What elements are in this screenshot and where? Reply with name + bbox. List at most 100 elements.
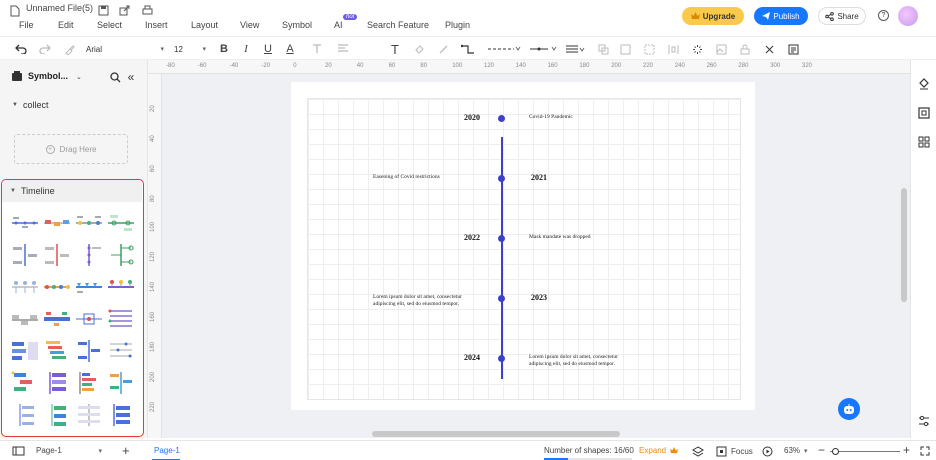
timeline-template-thumbnail[interactable] [10, 402, 40, 428]
menu-edit[interactable]: Edit [58, 20, 74, 30]
add-page-button[interactable]: + [122, 443, 130, 458]
arrow-style-icon[interactable] [528, 42, 558, 56]
arrange-icon[interactable] [596, 42, 610, 56]
tab-page-1[interactable]: Page-1 [154, 446, 180, 455]
print-icon[interactable] [140, 3, 154, 17]
timeline-template-thumbnail[interactable] [106, 274, 136, 300]
timeline-template-thumbnail[interactable] [42, 370, 72, 396]
format-painter-icon[interactable] [62, 42, 76, 56]
style-fill-icon[interactable] [917, 76, 931, 90]
timeline-template-thumbnail[interactable] [74, 306, 104, 332]
horizontal-scrollbar[interactable] [372, 431, 620, 437]
undo-icon[interactable] [14, 42, 28, 56]
ai-assistant-icon[interactable] [838, 398, 860, 420]
timeline-template-thumbnail[interactable] [42, 306, 72, 332]
bold-button[interactable]: B [218, 42, 230, 56]
timeline-template-thumbnail[interactable] [106, 370, 136, 396]
timeline-template-thumbnail[interactable] [10, 210, 40, 236]
timeline-template-thumbnail[interactable] [42, 338, 72, 364]
menu-search-feature[interactable]: Search Feature [367, 20, 429, 30]
timeline-axis[interactable] [501, 137, 503, 379]
size-icon[interactable] [642, 42, 656, 56]
timeline-dot[interactable] [497, 174, 505, 182]
timeline-template-thumbnail[interactable] [106, 210, 136, 236]
menu-view[interactable]: View [240, 20, 259, 30]
timeline-dot[interactable] [497, 114, 505, 122]
vertical-scrollbar[interactable] [901, 188, 907, 302]
menu-ai[interactable]: AI [334, 20, 343, 30]
timeline-template-thumbnail[interactable] [106, 306, 136, 332]
timeline-template-thumbnail[interactable] [106, 338, 136, 364]
zoom-slider[interactable] [830, 448, 900, 455]
zoom-in-button[interactable]: + [903, 443, 910, 457]
file-name[interactable]: Unnamed File(5) [26, 3, 93, 13]
page-format-icon[interactable] [917, 106, 931, 120]
timeline-template-thumbnail[interactable] [10, 338, 40, 364]
fill-icon[interactable] [412, 42, 426, 56]
timeline-template-thumbnail[interactable] [74, 274, 104, 300]
search-icon[interactable] [108, 70, 122, 84]
share-button[interactable]: Share [818, 7, 866, 25]
page-view-icon[interactable] [12, 446, 25, 456]
zoom-out-button[interactable]: − [818, 443, 825, 457]
chevron-down-icon[interactable]: ⌄ [76, 73, 82, 81]
fullscreen-icon[interactable] [920, 446, 930, 456]
zoom-select[interactable]: 63% ▾ [784, 446, 808, 455]
avatar[interactable] [898, 6, 918, 26]
menu-layout[interactable]: Layout [191, 20, 218, 30]
zoom-slider-handle[interactable] [832, 448, 839, 455]
timeline-template-thumbnail[interactable] [74, 402, 104, 428]
timeline-template-thumbnail[interactable] [106, 402, 136, 428]
font-family-select[interactable]: Arial ▾ [86, 42, 164, 56]
section-collect[interactable]: ▼ collect [4, 98, 142, 112]
timeline-grid-container[interactable] [307, 98, 741, 400]
publish-button[interactable]: Publish [754, 7, 808, 25]
timeline-event-text[interactable]: Mask mandate was dropped [529, 234, 629, 241]
page-setup-icon[interactable] [786, 42, 800, 56]
text-direction-icon[interactable] [310, 42, 324, 56]
distribute-icon[interactable] [666, 42, 680, 56]
timeline-year[interactable]: 2021 [531, 173, 547, 182]
menu-insert[interactable]: Insert [145, 20, 168, 30]
timeline-event-text[interactable]: Easening of Covid restrictions [373, 174, 473, 181]
settings-sliders-icon[interactable] [917, 414, 931, 428]
timeline-template-thumbnail[interactable] [106, 242, 136, 268]
timeline-event-text[interactable]: Lorem ipsum dolor sit amet, consectetur … [529, 354, 629, 369]
text-tool-button[interactable]: T [388, 42, 402, 57]
export-icon[interactable] [117, 3, 131, 17]
layers-icon[interactable] [692, 446, 704, 457]
line-weight-icon[interactable] [564, 42, 586, 56]
connector-icon[interactable] [460, 42, 478, 56]
menu-select[interactable]: Select [97, 20, 122, 30]
magic-icon[interactable] [690, 42, 704, 56]
drawing-page[interactable]: 2020 Covid-19 Pandemic 2021 Easening of Cov… [291, 82, 755, 410]
timeline-template-thumbnail[interactable] [42, 210, 72, 236]
upgrade-button[interactable]: Upgrade [682, 7, 744, 25]
canvas-area[interactable]: -80 -60 -40 -20 0 20 40 60 80 100 120 140 160 180 200 2… [148, 60, 910, 438]
timeline-dot[interactable] [497, 234, 505, 242]
timeline-event-text[interactable]: Covid-19 Pandemic [529, 114, 629, 121]
timeline-year[interactable]: 2024 [464, 353, 480, 362]
align-icon[interactable] [336, 42, 350, 56]
timeline-year[interactable]: 2022 [464, 233, 480, 242]
italic-button[interactable]: I [240, 42, 252, 56]
timeline-template-thumbnail[interactable] [10, 274, 40, 300]
save-icon[interactable] [96, 3, 110, 17]
timeline-template-thumbnail[interactable] [42, 274, 72, 300]
page-selector[interactable]: Page-1 ▾ [36, 446, 102, 455]
menu-file[interactable]: File [19, 20, 34, 30]
grid-apps-icon[interactable] [917, 135, 931, 149]
section-timeline[interactable]: ▼ Timeline [2, 180, 142, 202]
font-color-button[interactable]: A [284, 42, 296, 56]
timeline-template-thumbnail[interactable] [74, 370, 104, 396]
timeline-template-thumbnail[interactable] [42, 402, 72, 428]
menu-symbol[interactable]: Symbol [282, 20, 312, 30]
timeline-template-thumbnail[interactable] [74, 242, 104, 268]
timeline-template-thumbnail[interactable] [10, 370, 40, 396]
expand-button[interactable]: Expand [639, 446, 679, 455]
help-icon[interactable]: ? [878, 10, 889, 21]
tools-icon[interactable] [762, 42, 776, 56]
timeline-year[interactable]: 2023 [531, 293, 547, 302]
timeline-dot[interactable] [497, 354, 505, 362]
underline-button[interactable]: U [262, 42, 274, 56]
